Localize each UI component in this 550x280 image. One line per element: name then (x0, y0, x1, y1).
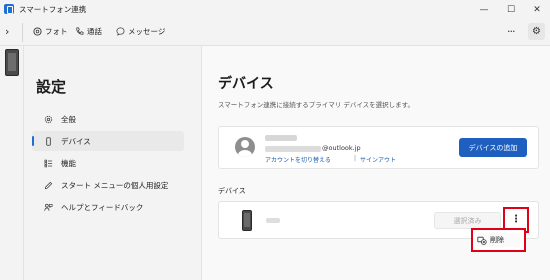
main-content: デバイス スマートフォン連携に接続するプライマリ デバイスを選択します。 @ou… (201, 46, 550, 280)
tab-calls[interactable]: 通話 (75, 26, 102, 37)
top-toolbar: › フォト 通話 メッセージ ··· ⚙ (0, 19, 550, 46)
active-indicator (32, 136, 34, 146)
nav-item-label: ヘルプとフィードバック (61, 202, 144, 212)
nav-item-devices[interactable]: デバイス (32, 131, 184, 151)
app-logo-icon (4, 4, 14, 14)
account-card: @outlook.jp アカウントを切り替える | サインアウト デバイスの追加 (218, 126, 539, 169)
link-separator: | (354, 155, 357, 162)
device-name-redacted (266, 218, 280, 223)
phone-rail (0, 46, 24, 280)
delete-label: 削除 (490, 236, 504, 244)
more-options-icon[interactable]: ··· (507, 25, 515, 38)
tab-photos[interactable]: フォト (33, 26, 68, 37)
nav-item-label: デバイス (61, 136, 91, 146)
tab-calls-label: 通話 (87, 27, 102, 36)
avatar (235, 137, 255, 157)
features-icon (44, 159, 53, 168)
nav-item-label: 機能 (61, 158, 76, 168)
page-title: デバイス (218, 76, 274, 92)
gear-icon: ⚙ (532, 26, 541, 37)
tab-photos-label: フォト (45, 27, 68, 36)
phone-icon (242, 210, 252, 231)
close-button[interactable]: ✕ (525, 2, 549, 17)
toolbar-divider (22, 23, 23, 42)
switch-account-link[interactable]: アカウントを切り替える (265, 155, 331, 164)
chevron-right-icon[interactable]: › (5, 25, 9, 38)
account-email-redacted (265, 146, 321, 152)
photo-icon (33, 27, 42, 36)
help-icon (44, 203, 53, 211)
device-icon (46, 137, 51, 146)
delete-menu-item[interactable]: 削除 (477, 233, 520, 247)
sign-out-link[interactable]: サインアウト (360, 155, 396, 164)
nav-item-label: 全般 (61, 114, 76, 124)
phone-thumbnail-icon[interactable] (5, 49, 19, 76)
phone-call-icon (76, 27, 84, 35)
tab-messages[interactable]: メッセージ (116, 26, 165, 37)
remove-device-icon (477, 236, 487, 245)
settings-title: 設定 (36, 78, 67, 96)
nav-item-features[interactable]: 機能 (32, 153, 184, 173)
account-email-domain: @outlook.jp (322, 144, 361, 152)
tab-messages-label: メッセージ (128, 27, 166, 36)
nav-item-start-menu[interactable]: スタート メニューの個人用設定 (32, 175, 184, 195)
account-name-redacted (265, 135, 297, 141)
page-description: スマートフォン連携に接続するプライマリ デバイスを選択します。 (218, 101, 415, 109)
device-context-menu: 削除 (471, 228, 526, 252)
maximize-button[interactable]: ☐ (499, 2, 523, 17)
devices-section-label: デバイス (218, 187, 246, 195)
pen-icon (44, 181, 53, 190)
message-icon (116, 27, 125, 36)
settings-gear-button[interactable]: ⚙ (528, 23, 545, 40)
nav-item-label: スタート メニューの個人用設定 (61, 180, 169, 190)
nav-item-general[interactable]: 全般 (32, 109, 184, 129)
more-vertical-icon: ⋮ (511, 214, 521, 225)
nav-item-help[interactable]: ヘルプとフィードバック (32, 197, 184, 217)
add-device-button[interactable]: デバイスの追加 (459, 138, 527, 157)
settings-nav: 設定 全般 デバイス 機能 スタート メニューの個人用設定 ヘルプとフィードバッ… (25, 46, 201, 280)
gear-icon (44, 115, 53, 124)
title-bar: スマートフォン連携 — ☐ ✕ (0, 0, 550, 19)
selected-button: 選択済み (434, 212, 501, 229)
minimize-button[interactable]: — (472, 2, 496, 17)
window-title: スマートフォン連携 (19, 5, 87, 14)
